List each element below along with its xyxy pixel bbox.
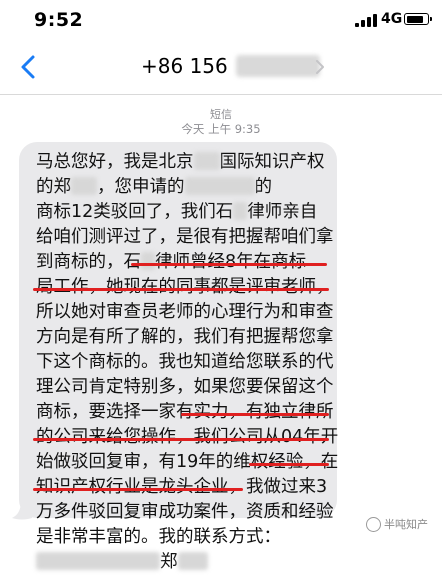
message-line: 下这个商标的。我也知道给您联系的代 (36, 352, 334, 372)
watermark: 半吨知产 (366, 516, 428, 532)
message-line: 马总您好，我是北京 (36, 152, 194, 172)
message-line: 的公司来给您操作，我们公司从04年开 (36, 427, 339, 447)
contact-number: +86 156 (141, 54, 228, 78)
message-line: 到商标的，石 (36, 252, 141, 272)
network-type: 4G (381, 11, 403, 27)
message-line: 的郑 (36, 177, 71, 197)
message-line: 郑 (160, 552, 178, 572)
message-line: 国际知识产权 (219, 152, 325, 172)
redacted-text (36, 552, 160, 570)
redacted-text (71, 177, 97, 195)
highlight-underline (249, 463, 329, 466)
message-bubble[interactable]: 马总您好，我是北京 国际知识产权 的郑 ，您申请的 的 商标12类驳回了，我们石 律师亲… (19, 142, 338, 572)
message-type-label: 短信 (210, 108, 232, 121)
message-line: 始做驳回复审，有19年的维权经验，在 (36, 452, 339, 472)
message-line: 理公司肯定特别多，如果您要保留这个 (36, 377, 334, 397)
message-line: 万多件驳回复审成功案件，资质和经验 (36, 502, 334, 522)
message-line: 局工作，她现在的同事都是评审老师， (36, 277, 334, 297)
message-line: ，您申请的 (97, 177, 185, 197)
highlight-underline (33, 488, 243, 491)
redacted-contact (235, 55, 320, 77)
message-line: 律师亲自 (247, 202, 318, 222)
message-line: 给咱们测评过了，是很有把握帮咱们拿 (36, 227, 334, 247)
status-bar: 9:52 4G (0, 0, 442, 40)
highlight-underline (131, 263, 327, 266)
message-line: 知识产权行业是龙头企业，我做过来3 (36, 477, 328, 497)
message-line: 所以她对审查员老师的心理行为和审查 (36, 302, 334, 322)
highlight-underline (33, 438, 329, 441)
chevron-right-icon[interactable] (315, 60, 325, 74)
redacted-text (177, 552, 208, 570)
message-line: 律师曾经8年在商标 (155, 252, 307, 272)
message-line: 方向是有所了解的，我们有把握帮您拿 (36, 327, 334, 347)
conversation-header: +86 156 (0, 40, 442, 95)
redacted-text (193, 152, 220, 170)
redacted-text (233, 202, 248, 220)
highlight-underline (33, 288, 329, 291)
watermark-text: 半吨知产 (384, 518, 428, 531)
message-timestamp: 今天 上午 9:35 (181, 122, 261, 136)
highlight-underline (181, 413, 329, 416)
message-line: 商标12类驳回了，我们石 (36, 202, 234, 222)
watermark-logo-icon (366, 516, 381, 532)
signal-strength-icon (355, 14, 377, 27)
status-time: 9:52 (34, 9, 84, 31)
back-chevron-icon[interactable] (14, 52, 44, 82)
message-line: 的 (254, 177, 273, 197)
message-line: 商标，要选择一家有实力，有独立律所 (36, 402, 334, 422)
message-text: 马总您好，我是北京 国际知识产权 的郑 ，您申请的 的 商标12类驳回了，我们石 律师亲… (36, 150, 338, 575)
message-line: 是非常丰富的。我的联系方式： (36, 527, 281, 547)
battery-icon (404, 13, 432, 25)
contact-name[interactable]: +86 156 (141, 53, 320, 79)
redacted-text (184, 177, 255, 195)
redacted-text (141, 252, 155, 270)
